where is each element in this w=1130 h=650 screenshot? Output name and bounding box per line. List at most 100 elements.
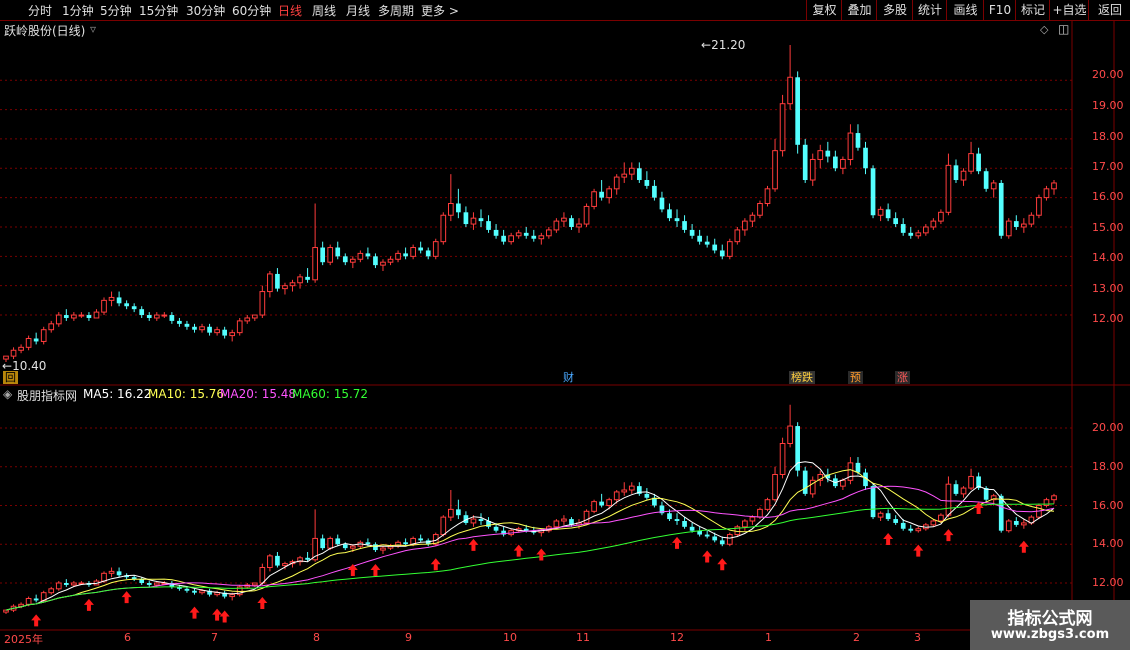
candle-body <box>10 349 17 357</box>
candle-body <box>387 258 394 263</box>
candle-body <box>674 519 680 521</box>
timeframe-3[interactable]: 15分钟 <box>139 2 178 19</box>
candle-body <box>1043 188 1050 199</box>
chart-canvas <box>0 21 1130 631</box>
candle-body <box>817 150 824 160</box>
candle-body <box>1043 499 1050 506</box>
candle-body <box>101 572 107 582</box>
candle-body <box>146 315 152 318</box>
candle-body <box>553 220 560 231</box>
toolbar-button-5[interactable]: F10 <box>983 0 1016 20</box>
toolbar-button-7[interactable]: +自选 <box>1049 0 1089 20</box>
candle-body <box>877 512 884 518</box>
buy-signal-arrow <box>672 536 683 549</box>
toolbar-button-2[interactable]: 多股 <box>876 0 913 20</box>
candle-body <box>184 588 190 591</box>
main-y-label: 14.00 <box>1092 251 1124 264</box>
toolbar-button-8[interactable]: 返回 <box>1088 0 1130 20</box>
timeframe-6[interactable]: 日线 <box>278 2 302 19</box>
candle-body <box>229 594 236 598</box>
month-label: 2025年 <box>4 633 43 646</box>
period-toolbar: 分时 1分钟 5分钟 15分钟 30分钟 60分钟 日线 周线 月线 多周期 更多 > 复权 叠加 多股统… <box>0 0 1130 21</box>
candle-body <box>192 326 197 330</box>
indicator-name[interactable]: 股朋指标网 <box>17 387 77 404</box>
timeframe-2[interactable]: 5分钟 <box>100 2 132 19</box>
candle-body <box>697 235 702 242</box>
candle-body <box>893 519 899 523</box>
forecast-badge[interactable]: 预 <box>848 371 863 384</box>
timeframe-9[interactable]: 多周期 <box>378 2 414 19</box>
candle-body <box>63 583 69 585</box>
candle-body <box>312 247 318 281</box>
toolbar-button-0[interactable]: 复权 <box>806 0 842 20</box>
candle-body <box>78 314 85 317</box>
candle-body <box>945 483 952 516</box>
timeframe-7[interactable]: 周线 <box>312 2 336 19</box>
candle-body <box>719 250 725 257</box>
ma10-line <box>5 469 1055 611</box>
finance-badge[interactable]: 财 <box>561 371 576 384</box>
indicator-y-label: 18.00 <box>1092 460 1124 473</box>
ma20-line <box>5 485 1055 611</box>
candle-body <box>599 191 604 198</box>
candle-body <box>447 203 454 216</box>
candle-body <box>877 208 884 216</box>
candle-body <box>613 491 620 501</box>
candle-body <box>3 609 9 613</box>
ma60-label: MA60: 15.72 <box>292 387 369 401</box>
toolbar-button-1[interactable]: 叠加 <box>841 0 877 20</box>
candle-body <box>636 168 642 181</box>
timeframe-5[interactable]: 60分钟 <box>232 2 271 19</box>
candle-body <box>222 329 227 336</box>
candle-body <box>349 545 356 549</box>
candle-body <box>108 296 115 301</box>
candle-body <box>885 513 891 520</box>
buy-signal-arrow <box>468 538 479 551</box>
candle-body <box>893 218 899 225</box>
event-marker[interactable]: 回 <box>3 371 18 384</box>
candle-body <box>251 582 258 586</box>
candle-body <box>320 538 325 549</box>
candle-body <box>244 317 251 322</box>
candle-body <box>1028 214 1035 225</box>
candle-body <box>682 221 687 230</box>
timeframe-0[interactable]: 分时 <box>28 2 52 19</box>
indicator-y-label: 12.00 <box>1092 576 1124 589</box>
timeframe-8[interactable]: 月线 <box>346 2 370 19</box>
candle-body <box>938 211 944 222</box>
timeframe-1[interactable]: 1分钟 <box>62 2 94 19</box>
limit-up-badge[interactable]: 涨 <box>895 371 910 384</box>
candle-body <box>976 153 981 172</box>
ranking-badge[interactable]: 榜跌 <box>789 371 815 384</box>
indicator-settings-icon[interactable]: ◈ <box>3 387 12 401</box>
candle-body <box>493 229 499 236</box>
month-label: 8 <box>313 631 320 644</box>
toolbar-button-4[interactable]: 画线 <box>946 0 984 20</box>
buy-signal-arrow <box>370 564 381 576</box>
main-y-label: 20.00 <box>1092 68 1124 81</box>
candle-body <box>501 235 506 242</box>
main-y-label: 16.00 <box>1092 190 1124 203</box>
timeframe-4[interactable]: 30分钟 <box>186 2 225 19</box>
month-label: 1 <box>765 631 772 644</box>
candle-body <box>1013 521 1019 525</box>
diamond-icon[interactable]: ◇ <box>1040 23 1048 36</box>
chevron-down-icon[interactable]: ▿ <box>90 22 96 36</box>
timeframe-10[interactable]: 更多 > <box>421 2 459 19</box>
buy-signal-arrow <box>536 548 547 561</box>
watermark-title: 指标公式网 <box>1007 609 1093 629</box>
candle-body <box>908 528 914 531</box>
candle-body <box>870 168 876 216</box>
candle-body <box>493 526 499 531</box>
candle-body <box>192 590 197 593</box>
buy-signal-arrow <box>31 614 42 627</box>
candle-body <box>802 470 808 494</box>
candle-body <box>749 516 756 522</box>
candle-body <box>478 218 484 222</box>
candle-body <box>153 582 160 586</box>
toolbar-button-6[interactable]: 标记 <box>1015 0 1050 20</box>
candle-body <box>583 205 590 225</box>
panel-toggle-icon[interactable]: ◫ <box>1058 22 1069 36</box>
toolbar-button-3[interactable]: 统计 <box>912 0 947 20</box>
buy-signal-arrow <box>121 591 132 604</box>
